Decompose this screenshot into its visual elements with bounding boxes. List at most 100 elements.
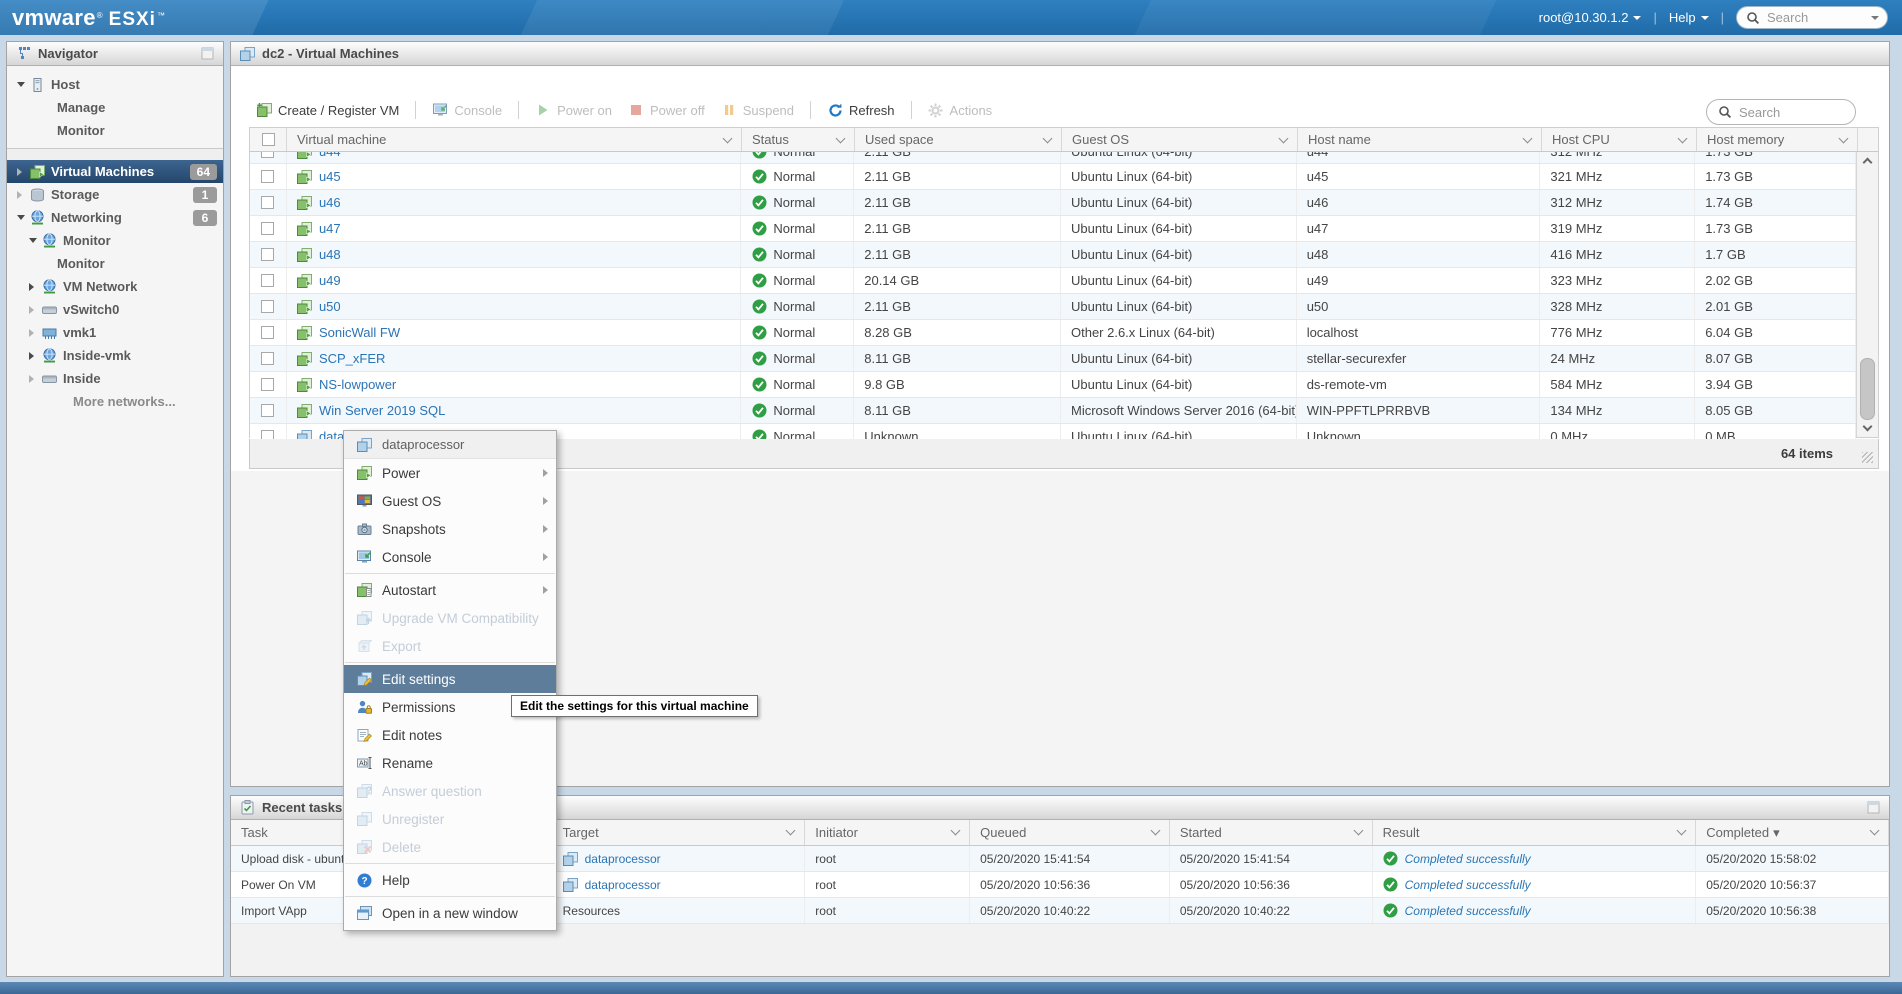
column-header-host-memory[interactable]: Host memory — [1697, 128, 1858, 151]
chevron-down-icon[interactable] — [1678, 134, 1688, 144]
target-link[interactable]: dataprocessor — [585, 878, 661, 892]
menu-item-guest-os[interactable]: Guest OS — [344, 487, 556, 515]
menu-item-autostart[interactable]: Autostart — [344, 576, 556, 604]
vm-name-link[interactable]: Win Server 2019 SQL — [319, 403, 445, 418]
row-checkbox[interactable] — [261, 170, 274, 183]
table-row[interactable]: Win Server 2019 SQLNormal8.11 GBMicrosof… — [250, 398, 1856, 424]
vm-name-link[interactable]: u48 — [319, 247, 341, 262]
vm-name-link[interactable]: SonicWall FW — [319, 325, 400, 340]
row-checkbox[interactable] — [261, 274, 274, 287]
column-header-guest-os[interactable]: Guest OS — [1062, 128, 1298, 151]
vm-table-scrollbar[interactable] — [1856, 152, 1878, 437]
menu-item-open-in-new-window[interactable]: Open in a new window — [344, 899, 556, 927]
panel-maximize-icon[interactable] — [1865, 800, 1881, 815]
chevron-down-icon[interactable] — [1839, 134, 1849, 144]
row-checkbox[interactable] — [261, 248, 274, 261]
column-header-used-space[interactable]: Used space — [855, 128, 1062, 151]
sidebar-item-networking[interactable]: Networking6 — [7, 206, 223, 229]
sidebar-item-vm-network[interactable]: VM Network — [7, 275, 223, 298]
select-all-checkbox[interactable] — [262, 133, 275, 146]
row-checkbox[interactable] — [261, 404, 274, 417]
tasks-column-header-queued[interactable]: Queued — [970, 820, 1170, 845]
scrollbar-thumb[interactable] — [1860, 358, 1875, 420]
sidebar-item-inside[interactable]: Inside — [7, 367, 223, 390]
help-menu[interactable]: Help — [1669, 10, 1709, 25]
sidebar-item-host-manage[interactable]: Manage — [7, 96, 223, 119]
panel-maximize-icon[interactable] — [199, 46, 215, 61]
table-row[interactable]: NS-lowpowerNormal9.8 GBUbuntu Linux (64-… — [250, 372, 1856, 398]
sidebar-item-vmk1[interactable]: vmk1 — [7, 321, 223, 344]
vm-name-link[interactable]: u50 — [319, 299, 341, 314]
column-header-host-name[interactable]: Host name — [1298, 128, 1542, 151]
tasks-column-header-completed[interactable]: Completed ▾ — [1696, 820, 1889, 845]
tasks-column-header-started[interactable]: Started — [1170, 820, 1373, 845]
row-checkbox[interactable] — [261, 196, 274, 209]
chevron-down-icon[interactable] — [1150, 826, 1160, 836]
chevron-down-icon[interactable] — [723, 134, 733, 144]
menu-item-power[interactable]: Power — [344, 459, 556, 487]
vm-name-link[interactable]: u49 — [319, 273, 341, 288]
row-checkbox[interactable] — [261, 222, 274, 235]
chevron-down-icon[interactable] — [1279, 134, 1289, 144]
scroll-down-button[interactable] — [1857, 419, 1878, 437]
row-checkbox[interactable] — [261, 300, 274, 313]
chevron-down-icon[interactable] — [951, 826, 961, 836]
menu-item-snapshots[interactable]: Snapshots — [344, 515, 556, 543]
table-row[interactable]: u46Normal2.11 GBUbuntu Linux (64-bit)u46… — [250, 190, 1856, 216]
scroll-up-button[interactable] — [1857, 152, 1878, 170]
menu-item-edit-settings[interactable]: Edit settings — [344, 665, 556, 693]
vm-name-link[interactable]: SCP_xFER — [319, 351, 385, 366]
tasks-column-header-initiator[interactable]: Initiator — [805, 820, 970, 845]
chevron-down-icon[interactable] — [1870, 826, 1880, 836]
row-checkbox[interactable] — [261, 352, 274, 365]
sidebar-item-vswitch0[interactable]: vSwitch0 — [7, 298, 223, 321]
user-menu[interactable]: root@10.30.1.2 — [1539, 10, 1642, 25]
sidebar-item-host-monitor[interactable]: Monitor — [7, 119, 223, 142]
table-row[interactable]: u50Normal2.11 GBUbuntu Linux (64-bit)u50… — [250, 294, 1856, 320]
menu-item-help[interactable]: ?Help — [344, 866, 556, 894]
sidebar-item-inside-vmk[interactable]: Inside-vmk — [7, 344, 223, 367]
row-checkbox[interactable] — [261, 326, 274, 339]
sidebar-item-networking-monitor-sub[interactable]: Monitor — [7, 252, 223, 275]
table-row[interactable]: u44Normal2.11 GBUbuntu Linux (64-bit)u44… — [250, 152, 1856, 164]
column-header-host-cpu[interactable]: Host CPU — [1542, 128, 1697, 151]
sidebar-item-virtual-machines[interactable]: Virtual Machines64 — [7, 160, 223, 183]
chevron-down-icon[interactable] — [1043, 134, 1053, 144]
table-row[interactable]: SonicWall FWNormal8.28 GBOther 2.6.x Lin… — [250, 320, 1856, 346]
row-checkbox[interactable] — [261, 152, 274, 158]
create-register-vm-button[interactable]: Create / Register VM — [256, 103, 399, 118]
table-row[interactable]: u47Normal2.11 GBUbuntu Linux (64-bit)u47… — [250, 216, 1856, 242]
chevron-down-icon[interactable] — [1353, 826, 1363, 836]
menu-item-rename[interactable]: AbRename — [344, 749, 556, 777]
menu-item-console[interactable]: Console — [344, 543, 556, 571]
chevron-down-icon[interactable] — [1523, 134, 1533, 144]
sidebar-item-host[interactable]: Host — [7, 73, 223, 96]
menu-item-edit-notes[interactable]: Edit notes — [344, 721, 556, 749]
tasks-column-header-target[interactable]: Target — [553, 820, 806, 845]
global-search-input[interactable] — [1767, 10, 1857, 25]
vm-search-input[interactable] — [1739, 105, 1839, 120]
target-link[interactable]: dataprocessor — [585, 852, 661, 866]
sidebar-item-more-networks[interactable]: More networks... — [7, 390, 223, 413]
column-header-status[interactable]: Status — [742, 128, 855, 151]
vm-name-link[interactable]: NS-lowpower — [319, 377, 396, 392]
refresh-button[interactable]: Refresh — [827, 103, 895, 118]
column-header-virtual-machine[interactable]: Virtual machine — [287, 128, 742, 151]
chevron-down-icon[interactable] — [836, 134, 846, 144]
vm-name-link[interactable]: u44 — [319, 152, 341, 159]
vm-name-link[interactable]: u47 — [319, 221, 341, 236]
sidebar-item-networking-monitor[interactable]: Monitor — [7, 229, 223, 252]
row-checkbox[interactable] — [261, 378, 274, 391]
global-search[interactable] — [1736, 6, 1888, 29]
table-row[interactable]: SCP_xFERNormal8.11 GBUbuntu Linux (64-bi… — [250, 346, 1856, 372]
resize-grip[interactable] — [1862, 452, 1873, 463]
vm-search[interactable] — [1706, 99, 1856, 125]
chevron-down-icon[interactable] — [786, 826, 796, 836]
vm-name-link[interactable]: u45 — [319, 169, 341, 184]
table-row[interactable]: u49Normal20.14 GBUbuntu Linux (64-bit)u4… — [250, 268, 1856, 294]
table-row[interactable]: u45Normal2.11 GBUbuntu Linux (64-bit)u45… — [250, 164, 1856, 190]
vm-name-link[interactable]: u46 — [319, 195, 341, 210]
tasks-column-header-result[interactable]: Result — [1373, 820, 1697, 845]
chevron-down-icon[interactable] — [1677, 826, 1687, 836]
sidebar-item-storage[interactable]: Storage1 — [7, 183, 223, 206]
